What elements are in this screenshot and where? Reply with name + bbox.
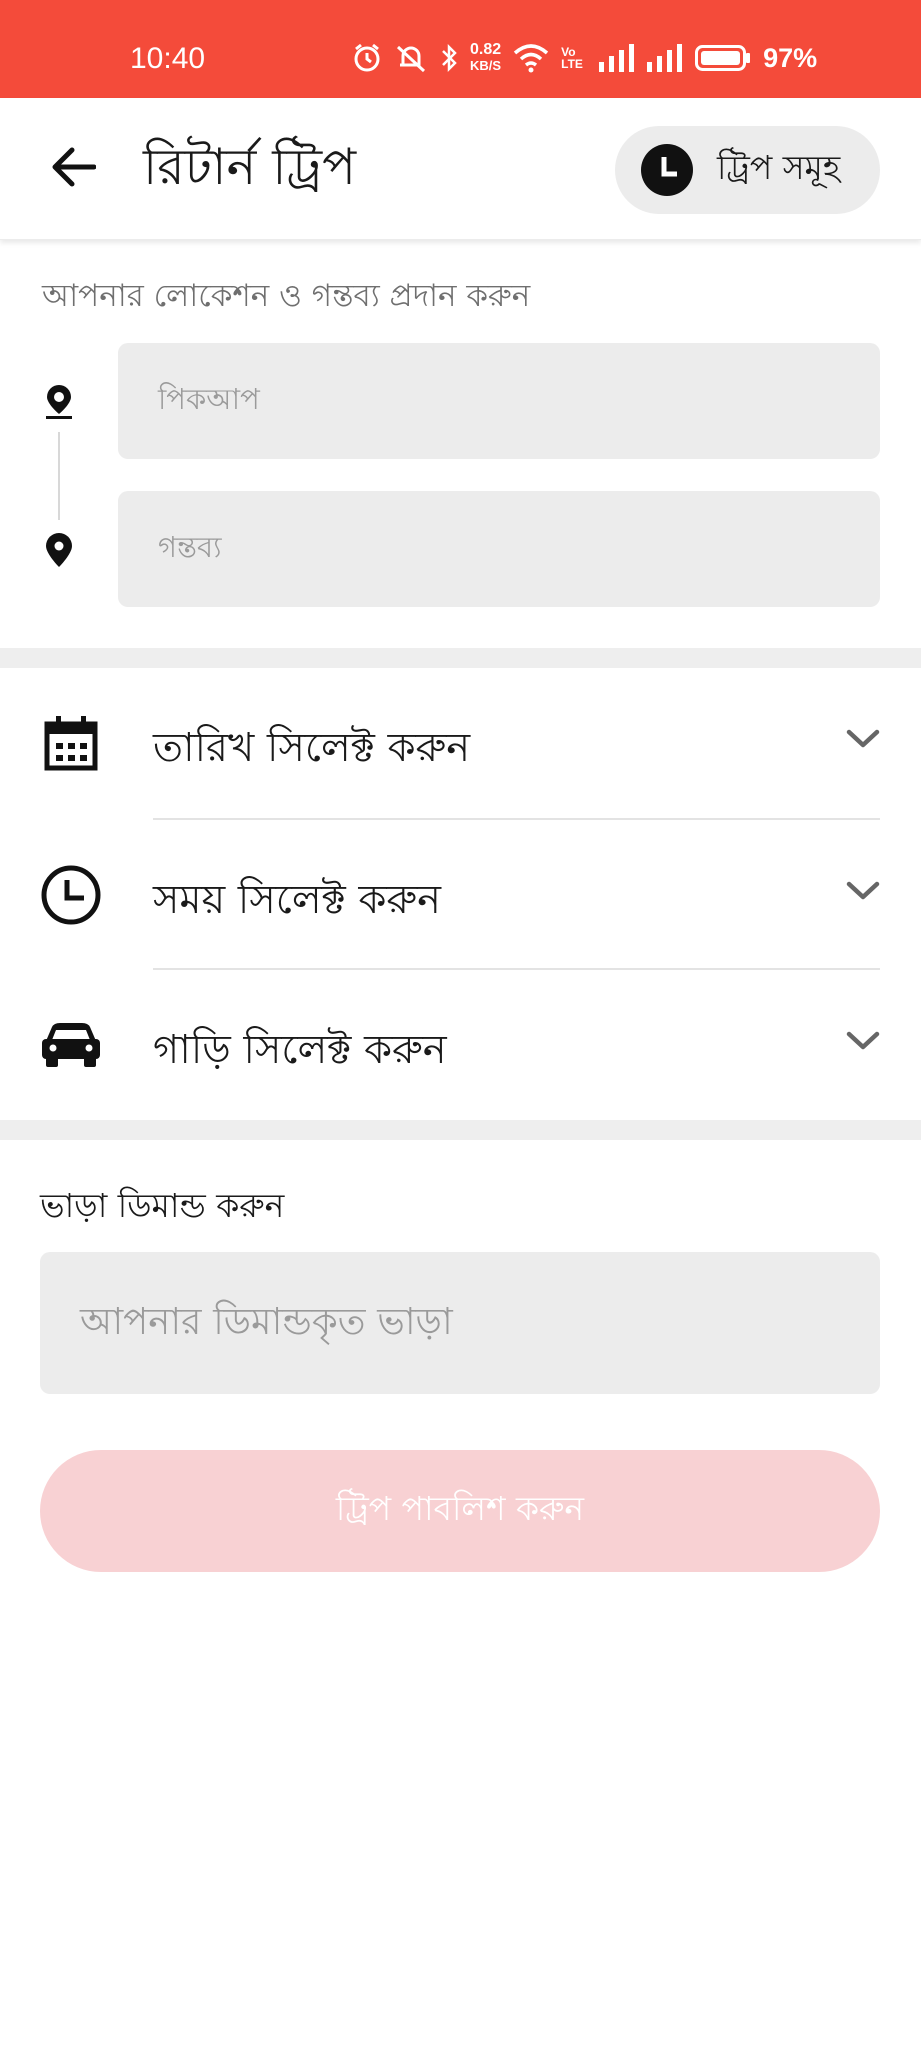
chevron-down-icon xyxy=(846,729,880,748)
pickup-placeholder: পিকআপ xyxy=(158,381,260,416)
arrow-left-icon xyxy=(52,147,96,187)
net-speed-value: 0.82 xyxy=(470,41,502,58)
fare-placeholder: আপনার ডিমান্ডকৃত ভাড়া xyxy=(80,1299,453,1343)
time-select[interactable]: সময় সিলেক্ট করুন xyxy=(0,820,921,970)
section-divider xyxy=(0,1120,921,1140)
app-bar: রিটার্ন ট্রিপ ট্রিপ সমূহ xyxy=(0,98,921,240)
clock-icon xyxy=(40,864,102,926)
wifi-icon xyxy=(513,43,549,73)
car-icon xyxy=(40,1014,102,1076)
trips-button[interactable]: ট্রিপ সমূহ xyxy=(615,126,880,214)
volte-icon: Vo LTE xyxy=(561,46,587,70)
location-caption: আপনার লোকেশন ও গন্তব্য প্রদান করুন xyxy=(42,278,531,314)
time-select-label: সময় সিলেক্ট করুন xyxy=(153,877,442,923)
chevron-down-icon xyxy=(846,881,880,900)
battery-icon xyxy=(695,45,751,71)
mute-icon xyxy=(394,43,428,73)
trips-button-label: ট্রিপ সমূহ xyxy=(717,148,841,187)
destination-input[interactable]: গন্তব্য xyxy=(118,491,880,607)
pickup-input[interactable]: পিকআপ xyxy=(118,343,880,459)
pickup-pin-icon xyxy=(46,385,72,419)
clock-icon xyxy=(641,144,693,196)
publish-trip-button[interactable]: ট্রিপ পাবলিশ করুন xyxy=(40,1450,880,1572)
status-time: 10:40 xyxy=(130,42,206,75)
fare-input[interactable]: আপনার ডিমান্ডকৃত ভাড়া xyxy=(40,1252,880,1394)
publish-trip-label: ট্রিপ পাবলিশ করুন xyxy=(335,1489,585,1528)
chevron-down-icon xyxy=(846,1031,880,1050)
signal-icon xyxy=(599,44,635,72)
car-select[interactable]: গাড়ি সিলেক্ট করুন xyxy=(0,970,921,1120)
signal-icon xyxy=(647,44,683,72)
net-speed-unit: KB/S xyxy=(470,58,502,73)
date-select[interactable]: তারিখ সিলেক্ট করুন xyxy=(0,668,921,818)
car-select-label: গাড়ি সিলেক্ট করুন xyxy=(153,1027,447,1073)
calendar-icon xyxy=(40,712,102,774)
bluetooth-icon xyxy=(440,43,458,73)
status-bar: 10:40 0.82 KB/S Vo LTE 97% xyxy=(0,0,921,98)
date-select-label: তারিখ সিলেক্ট করুন xyxy=(153,725,471,771)
page-title: রিটার্ন ট্রিপ xyxy=(143,138,357,196)
section-divider xyxy=(0,648,921,668)
fare-caption: ভাড়া ডিমান্ড করুন xyxy=(40,1186,285,1225)
route-connector-line xyxy=(58,432,60,520)
destination-placeholder: গন্তব্য xyxy=(158,529,222,564)
back-button[interactable] xyxy=(42,136,104,198)
volte-bottom: LTE xyxy=(561,57,583,71)
destination-pin-icon xyxy=(46,533,72,567)
battery-percent: 97% xyxy=(763,42,818,73)
net-speed: 0.82 KB/S xyxy=(470,42,501,74)
alarm-icon xyxy=(352,43,382,73)
status-icons: 0.82 KB/S Vo LTE 97% xyxy=(352,42,817,74)
